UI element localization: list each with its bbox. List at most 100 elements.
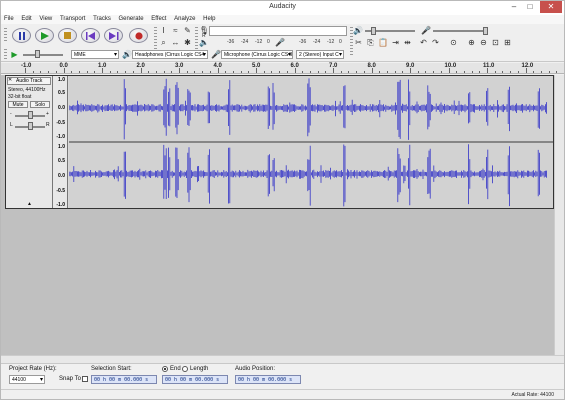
output-volume-icon: 🔊 — [353, 26, 363, 35]
cut-icon[interactable]: ✂ — [354, 38, 363, 47]
play-speed-thumb[interactable] — [35, 50, 40, 58]
play-meter-speaker-icon[interactable]: 🔈 — [199, 38, 209, 47]
skip-to-end-button[interactable] — [104, 28, 123, 43]
snap-to-checkbox[interactable] — [82, 376, 88, 382]
selection-tool-icon[interactable]: I — [159, 26, 168, 35]
menu-generate[interactable]: Generate — [116, 15, 147, 24]
menu-help[interactable]: Help — [200, 15, 218, 24]
play-at-speed-grip[interactable] — [4, 49, 7, 59]
close-icon[interactable]: ✕ — [540, 1, 562, 13]
pan-thumb[interactable] — [28, 122, 33, 130]
play-scale-36: -36 — [299, 39, 307, 45]
horizontal-scrollbar[interactable] — [1, 355, 564, 363]
selection-end-field[interactable]: 00 h 00 m 00.000 s — [162, 375, 228, 384]
track-area[interactable]: Audio Track ✕ Stereo, 44100Hz 32-bit flo… — [1, 75, 554, 355]
skip-to-start-button[interactable] — [81, 28, 100, 43]
play-at-speed-icon[interactable]: ▶ — [10, 50, 19, 59]
record-scale-12: -12 — [255, 39, 263, 45]
scale-ch2-lower: -0.5 — [56, 188, 65, 194]
fit-selection-icon[interactable]: ⊡ — [491, 38, 500, 47]
vertical-scale[interactable]: 1.0 0.5 0.0 -0.5 -1.0 1.0 0.5 0.0 -0.5 -… — [53, 76, 68, 208]
paste-icon[interactable]: 📋 — [378, 38, 388, 47]
zoom-out-icon[interactable]: ⊖ — [479, 38, 488, 47]
output-device-select[interactable]: Headphones (Cirrus Logic CS4 — [132, 50, 208, 59]
menu-edit[interactable]: Edit — [18, 15, 34, 24]
sync-lock-icon[interactable]: ⊙ — [449, 38, 458, 47]
vertical-scrollbar[interactable] — [554, 75, 564, 355]
menu-transport[interactable]: Transport — [57, 15, 88, 24]
maximize-icon[interactable]: □ — [522, 1, 538, 13]
scale-ch1-lower: -0.5 — [56, 120, 65, 126]
copy-icon[interactable]: ⎘ — [366, 38, 375, 47]
audio-position-field[interactable]: 00 h 00 m 00.000 s — [235, 375, 301, 384]
undo-icon[interactable]: ↶ — [419, 38, 428, 47]
menu-effect[interactable]: Effect — [148, 15, 169, 24]
draw-tool-icon[interactable]: ✎ — [183, 26, 192, 35]
menu-file[interactable]: File — [1, 15, 17, 24]
menu-analyze[interactable]: Analyze — [171, 15, 198, 24]
toolbar-grip[interactable] — [4, 28, 7, 43]
play-button[interactable] — [35, 28, 54, 43]
solo-button[interactable]: Solo — [30, 101, 50, 108]
ruler-tick — [502, 71, 504, 73]
scale-ch2-bottom: -1.0 — [56, 202, 65, 208]
selection-start-field[interactable]: 00 h 00 m 00.000 s — [91, 375, 157, 384]
trim-icon[interactable]: ⇥ — [391, 38, 400, 47]
ruler-tick — [371, 68, 373, 73]
ruler-tick — [179, 68, 180, 73]
silence-icon[interactable]: ⇹ — [403, 38, 412, 47]
ruler-tick — [533, 71, 535, 73]
output-volume-thumb[interactable] — [371, 27, 376, 35]
play-scale-12: -12 — [327, 39, 335, 45]
audio-track[interactable]: Audio Track ✕ Stereo, 44100Hz 32-bit flo… — [5, 75, 554, 209]
ruler-label: 11.0 — [483, 63, 495, 69]
multi-tool-icon[interactable]: ✱ — [183, 38, 192, 47]
minimize-icon[interactable]: – — [506, 1, 522, 13]
length-radio[interactable] — [182, 366, 188, 372]
timeshift-tool-icon[interactable]: ↔ — [171, 38, 180, 47]
mic-meter-icon[interactable]: 🎤 — [275, 38, 285, 47]
track-close-icon[interactable]: ✕ — [8, 77, 12, 84]
input-volume-thumb[interactable] — [483, 27, 488, 35]
menu-view[interactable]: View — [36, 15, 55, 24]
input-channels-select[interactable]: 2 (Stereo) Input C — [296, 50, 344, 59]
record-button[interactable] — [129, 28, 148, 43]
input-volume-icon: 🎤 — [421, 26, 431, 35]
ruler-tick — [471, 71, 473, 73]
redo-icon[interactable]: ↷ — [431, 38, 440, 47]
ruler-tick — [202, 71, 204, 73]
ruler-label: 12.0 — [521, 63, 534, 69]
waveform-display[interactable] — [69, 76, 553, 208]
play-speed-slider[interactable] — [23, 54, 63, 56]
track-name-button[interactable]: Audio Track — [7, 77, 51, 85]
audio-host-select[interactable]: MME — [71, 50, 119, 59]
ruler-tick — [256, 68, 257, 73]
zoom-in-icon[interactable]: ⊕ — [467, 38, 476, 47]
toolbars: I ≈ ✎ ⌕ ↔ ✱ 🎙 L R 🔈 -36 -24 -12 0 🎤 -36 … — [1, 24, 564, 62]
ruler-tick — [386, 71, 388, 73]
ruler-tick — [148, 71, 150, 73]
ruler-tick — [102, 68, 103, 73]
timeline-ruler[interactable]: -1.0 0.0 1.0 2.0 3.0 4.0 5.0 6.0 7.0 8.0 9.0 10.0 11… — [1, 63, 564, 74]
ruler-tick — [40, 71, 42, 73]
ruler-tick — [348, 71, 350, 73]
status-bar: Actual Rate: 44100 — [1, 389, 564, 399]
gain-thumb[interactable] — [28, 111, 33, 119]
input-device-select[interactable]: Microphone (Cirrus Logic CS4I — [221, 50, 293, 59]
record-meter[interactable] — [209, 26, 347, 36]
mute-button[interactable]: Mute — [8, 101, 28, 108]
end-radio[interactable] — [162, 366, 168, 372]
app-window: Audacity – □ ✕ File Edit View Transport … — [0, 0, 565, 400]
input-volume-slider[interactable] — [433, 30, 483, 32]
pause-icon — [19, 32, 25, 40]
fit-project-icon[interactable]: ⊞ — [503, 38, 512, 47]
stop-button[interactable] — [58, 28, 77, 43]
ruler-tick — [217, 68, 219, 73]
zoom-tool-icon[interactable]: ⌕ — [159, 38, 168, 47]
ruler-tick — [279, 71, 281, 73]
pause-button[interactable] — [12, 28, 31, 43]
envelope-tool-icon[interactable]: ≈ — [171, 26, 180, 35]
project-rate-select[interactable]: 44100 — [9, 375, 45, 384]
collapse-track-icon[interactable]: ▲ — [27, 201, 32, 207]
menu-tracks[interactable]: Tracks — [90, 15, 114, 24]
